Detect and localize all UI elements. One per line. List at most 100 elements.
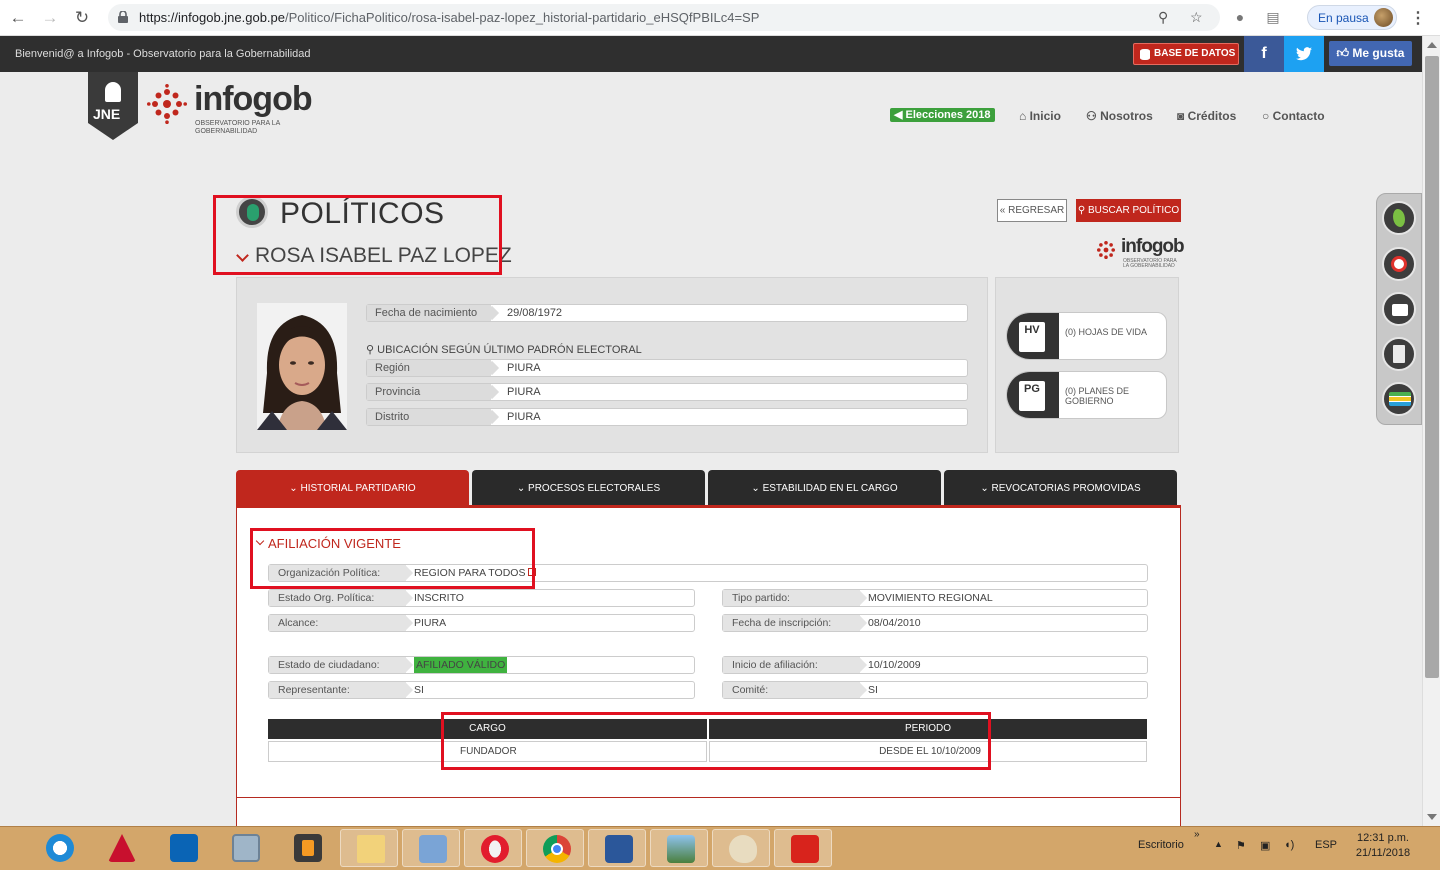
tab-revocatorias-promovidas[interactable]: ⌄ REVOCATORIAS PROMOVIDAS	[944, 470, 1177, 507]
profile-pause-button[interactable]: En pausa	[1307, 5, 1397, 30]
search-politician-button[interactable]: ⚲ BUSCAR POLÍTICO	[1076, 199, 1181, 222]
table-cell-periodo: DESDE EL 10/10/2009	[709, 741, 1147, 762]
taskbar-explorer[interactable]	[340, 829, 398, 867]
network-computers-icon	[419, 835, 447, 863]
taskbar-acrobat[interactable]	[774, 829, 832, 867]
taskbar-ie[interactable]	[30, 829, 88, 867]
politician-name: ROSA ISABEL PAZ LOPEZ	[255, 244, 512, 267]
url-text: https://infogob.jne.gob.pe/Politico/Fich…	[139, 10, 760, 25]
scroll-thumb[interactable]	[1425, 56, 1439, 678]
taskbar-outlook[interactable]	[154, 829, 212, 867]
toolbar-expand-icon[interactable]: »	[1194, 829, 1200, 840]
hojas-de-vida-card[interactable]: HV (0) HOJAS DE VIDA	[1006, 312, 1167, 360]
tray-arrow-icon[interactable]: ▲	[1214, 839, 1223, 849]
volume-icon[interactable]: ◖)	[1284, 839, 1294, 851]
nav-creditos[interactable]: ◙ Créditos	[1177, 109, 1236, 123]
internet-explorer-icon	[46, 834, 74, 862]
jne-figure-icon	[105, 82, 121, 102]
taskbar-sublime[interactable]	[278, 829, 336, 867]
menu-kebab-icon[interactable]: ⋮	[1410, 8, 1426, 28]
back-arrow-icon[interactable]: ←	[8, 8, 28, 28]
taskbar-autocad[interactable]	[92, 829, 150, 867]
document-hv-icon: HV	[1007, 313, 1059, 359]
parties-icon[interactable]	[1382, 247, 1416, 281]
region-field: Región PIURA	[366, 359, 968, 377]
chrome-icon	[543, 835, 571, 863]
taskbar-word[interactable]	[588, 829, 646, 867]
reload-icon[interactable]: ↻	[72, 8, 92, 28]
table-header-periodo: PERIODO	[709, 719, 1147, 739]
external-link-icon	[528, 568, 537, 576]
scroll-up-arrow-icon[interactable]	[1427, 42, 1437, 48]
infogob-subtitle: OBSERVATORIO PARA LA GOBERNABILIDAD	[195, 120, 280, 135]
chat-icon: ○	[1262, 109, 1270, 123]
folder-icon	[357, 835, 385, 863]
taskbar-photos[interactable]	[650, 829, 708, 867]
network-tray-icon[interactable]: ▣	[1260, 839, 1270, 852]
back-button[interactable]: « REGRESAR	[997, 199, 1067, 222]
affiliation-heading[interactable]: AFILIACIÓN VIGENTE	[268, 536, 401, 551]
nav-contacto[interactable]: ○ Contacto	[1262, 109, 1325, 123]
affiliation-start-field: Inicio de afiliación: 10/10/2009	[722, 656, 1148, 674]
politician-profile-icon	[236, 196, 268, 228]
taskbar-chrome[interactable]	[526, 829, 584, 867]
chevron-down-icon: ⌄	[289, 483, 301, 494]
bookmark-star-icon[interactable]: ☆	[1190, 9, 1203, 26]
scope-field: Alcance: PIURA	[268, 614, 695, 632]
page-scrollbar[interactable]	[1422, 36, 1440, 826]
opera-icon	[481, 835, 509, 863]
home-icon: ⌂	[1019, 109, 1027, 123]
autocad-icon	[108, 834, 136, 862]
org-state-field: Estado Org. Política: INSCRITO	[268, 589, 695, 607]
jne-logo[interactable]: JNE	[88, 72, 138, 140]
map-peru-icon[interactable]	[1382, 201, 1416, 235]
document-chart-icon[interactable]	[1382, 337, 1416, 371]
tab-estabilidad-en-el-cargo[interactable]: ⌄ ESTABILIDAD EN EL CARGO	[708, 470, 941, 507]
scroll-down-arrow-icon[interactable]	[1427, 814, 1437, 820]
database-stack-icon[interactable]	[1382, 382, 1416, 416]
lock-icon	[118, 11, 128, 23]
planes-de-gobierno-card[interactable]: PG (0) PLANES DE GOBIERNO	[1006, 371, 1167, 419]
extension-icon[interactable]: ●	[1231, 8, 1249, 26]
status-badge: AFILIADO VÁLIDO	[414, 657, 508, 673]
tab-historial-partidario[interactable]: ⌄ HISTORIAL PARTIDARIO	[236, 470, 469, 507]
database-button[interactable]: BASE DE DATOS	[1133, 43, 1239, 65]
twitter-button[interactable]	[1284, 36, 1324, 72]
infogob-small-logo: infogob OBSERVATORIO PARA LA GOBERNABILI…	[1094, 236, 1185, 270]
facebook-button[interactable]: f	[1244, 36, 1284, 72]
nav-inicio[interactable]: ⌂ Inicio	[1019, 109, 1061, 123]
photo-viewer-icon	[667, 835, 695, 863]
page-title: POLÍTICOS	[280, 197, 445, 230]
taskbar-network[interactable]	[402, 829, 460, 867]
forward-arrow-icon[interactable]: →	[40, 8, 60, 28]
taskbar-calculator[interactable]	[216, 829, 274, 867]
political-org-link[interactable]: REGION PARA TODOS	[414, 565, 537, 581]
party-type-field: Tipo partido: MOVIMIENTO REGIONAL	[722, 589, 1148, 607]
tab-procesos-electorales[interactable]: ⌄ PROCESOS ELECTORALES	[472, 470, 705, 507]
ballot-box-icon[interactable]	[1382, 292, 1416, 326]
politician-photo	[257, 303, 347, 430]
pdf-extension-icon[interactable]: ▤	[1264, 8, 1282, 26]
sublime-icon	[294, 834, 322, 862]
documents-panel	[995, 277, 1179, 453]
desktop-toolbar[interactable]: Escritorio	[1138, 839, 1184, 851]
thumbs-up-icon: 👍︎	[1336, 46, 1353, 60]
address-bar[interactable]: https://infogob.jne.gob.pe/Politico/Fich…	[108, 4, 1220, 31]
infogob-wordmark[interactable]: infogob	[194, 80, 313, 119]
language-indicator[interactable]: ESP	[1315, 839, 1337, 851]
nav-elecciones-2018[interactable]: ◀ Elecciones 2018	[890, 108, 995, 122]
facebook-like-button[interactable]: 👍︎ Me gusta	[1329, 41, 1412, 66]
zoom-icon[interactable]: ⚲	[1158, 9, 1168, 26]
table-header-cargo: CARGO	[268, 719, 707, 739]
taskbar-opera[interactable]	[464, 829, 522, 867]
political-org-field: Organización Política: REGION PARA TODOS	[268, 564, 1148, 582]
megaphone-icon: ◀	[894, 109, 906, 121]
twitter-bird-icon	[1296, 47, 1312, 61]
system-clock[interactable]: 12:31 p.m. 21/11/2018	[1348, 831, 1418, 861]
flag-icon[interactable]: ⚑	[1236, 839, 1246, 852]
taskbar-paint[interactable]	[712, 829, 770, 867]
nav-nosotros[interactable]: ⚇ Nosotros	[1086, 109, 1153, 123]
avatar	[1374, 8, 1393, 27]
birthdate-field: Fecha de nacimiento 29/08/1972	[366, 304, 968, 322]
citizen-status-field: Estado de ciudadano: AFILIADO VÁLIDO	[268, 656, 695, 674]
